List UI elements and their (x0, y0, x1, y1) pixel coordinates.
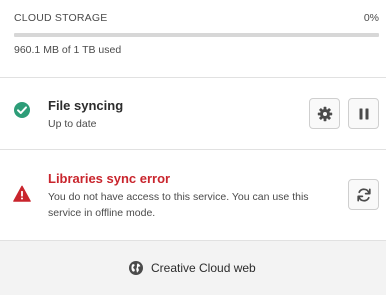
storage-title: CLOUD STORAGE (14, 12, 108, 24)
creative-cloud-web-label: Creative Cloud web (151, 261, 256, 275)
pause-icon (359, 108, 368, 119)
creative-cloud-web-link[interactable]: Creative Cloud web (128, 260, 256, 276)
cloud-storage-panel: CLOUD STORAGE 0% 960.1 MB of 1 TB used (0, 0, 386, 77)
warning-icon (13, 185, 31, 202)
retry-sync-button[interactable] (348, 179, 379, 210)
libraries-error-message: You do not have access to this service. … (48, 191, 309, 219)
globe-icon (129, 261, 143, 275)
storage-progress-bar (14, 33, 379, 37)
storage-percent: 0% (363, 12, 379, 24)
file-syncing-title: File syncing (48, 98, 124, 113)
footer: Creative Cloud web (0, 241, 386, 295)
gear-icon (317, 106, 332, 121)
file-syncing-status: Up to date (48, 118, 97, 130)
storage-used-text: 960.1 MB of 1 TB used (14, 44, 122, 56)
pause-sync-button[interactable] (348, 98, 379, 129)
libraries-sync-row: Libraries sync error You do not have acc… (0, 150, 386, 240)
refresh-icon (356, 187, 371, 202)
file-syncing-row: File syncing Up to date (0, 78, 386, 149)
sync-settings-button[interactable] (309, 98, 340, 129)
libraries-error-title: Libraries sync error (48, 171, 171, 186)
check-circle-icon (14, 102, 30, 118)
